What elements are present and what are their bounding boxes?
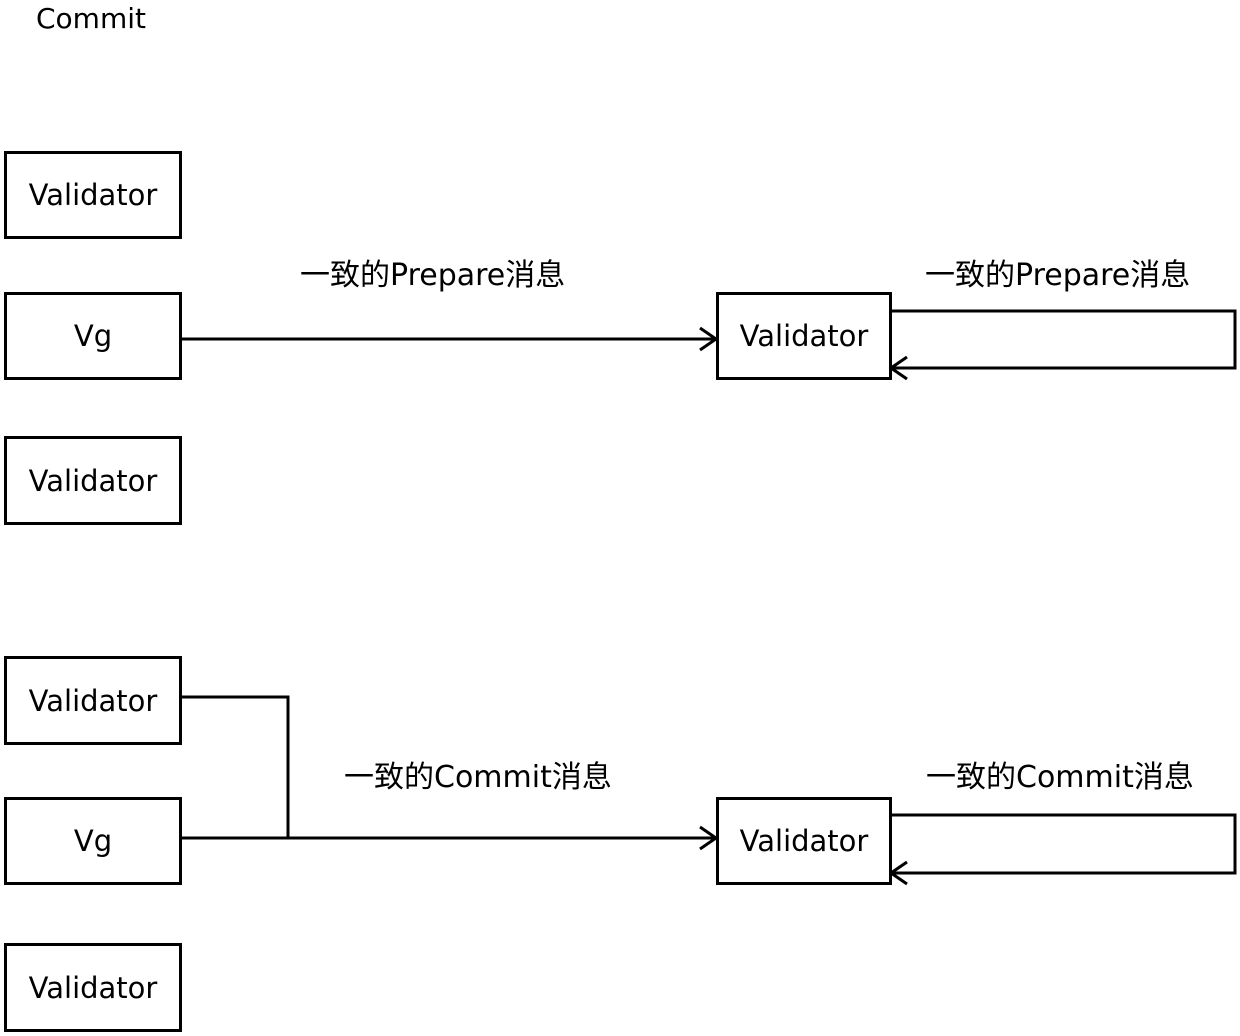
prepare-validator-node-top: Validator: [4, 151, 182, 239]
prepare-vg-node: Vg: [4, 292, 182, 380]
prepare-validator-node-bottom: Validator: [4, 436, 182, 525]
prepare-self-loop-line: [891, 309, 1237, 370]
prepare-target-validator-node: Validator: [716, 292, 892, 380]
commit-edge-label: 一致的Commit消息: [344, 760, 612, 795]
commit-validator-node-bottom: Validator: [4, 943, 182, 1032]
commit-validator-node-top: Validator: [4, 656, 182, 745]
commit-target-validator-node: Validator: [716, 797, 892, 885]
commit-self-loop-label: 一致的Commit消息: [926, 760, 1194, 795]
commit-self-loop-line: [891, 813, 1237, 875]
prepare-edge-label: 一致的Prepare消息: [300, 258, 566, 293]
connector-lines: [181, 309, 1237, 886]
prepare-self-loop-label: 一致的Prepare消息: [925, 258, 1191, 293]
commit-branch-line: [181, 695, 290, 838]
commit-vg-node: Vg: [4, 797, 182, 885]
